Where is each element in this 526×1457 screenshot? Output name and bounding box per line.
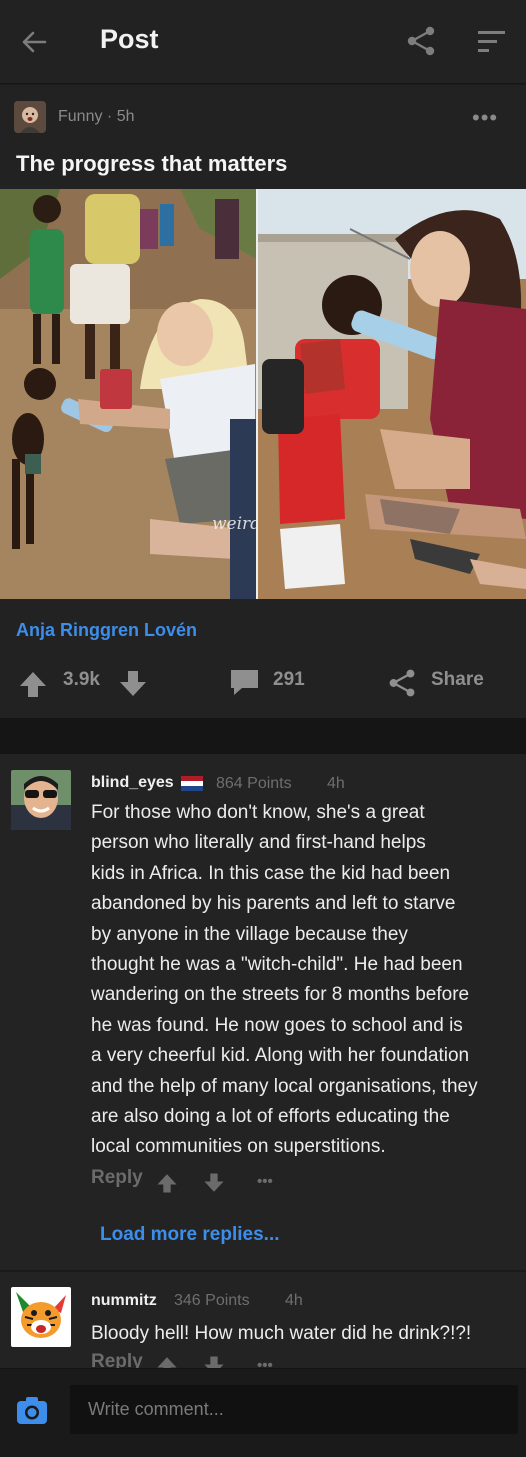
post-image[interactable]: weirdworld [0,189,526,599]
post-meta[interactable]: Funny · 5h [58,108,134,126]
upvote-icon[interactable] [18,669,48,699]
share-icon[interactable] [386,667,418,699]
divider [0,1270,526,1272]
sort-icon[interactable] [476,27,508,57]
comment-points: 346 Points [174,1292,250,1309]
load-more-replies[interactable]: Load more replies... [100,1224,280,1246]
comment-line: kids in Africa. In this case the kid had… [91,862,451,884]
page-title: Post [100,24,159,54]
post-source[interactable]: Anja Ringgren Lovén [16,620,197,641]
comment-line: and the help of many local organisations… [91,1075,478,1097]
comment-line: person who literally and first-hand help… [91,832,426,854]
reply-button[interactable]: Reply [91,1167,143,1189]
share-icon[interactable] [404,24,438,58]
camera-icon[interactable] [16,1396,48,1426]
comment-line: For those who don't know, she's a great [91,802,425,823]
comment-time: 4h [327,775,345,792]
post-title: The progress that matters [16,151,288,176]
section-avatar[interactable] [14,101,46,133]
comment-line: abandoned by his parents and left to sta… [91,893,456,915]
comment-body: For those who don't know, she's a great … [91,798,519,1163]
downvote-icon[interactable] [118,669,148,699]
comment-line: local communities on superstitions. [91,1136,386,1158]
post-actions: 3.9k 291 Share [0,659,526,705]
back-arrow-icon[interactable] [18,26,50,58]
comment-count[interactable]: 291 [273,669,305,691]
comment-line: a very cheerful kid. Along with her foun… [91,1045,470,1067]
comment-points: 864 Points [216,775,292,792]
comment-input[interactable] [70,1385,518,1434]
more-icon[interactable]: ••• [472,105,498,131]
comment-username[interactable]: blind_eyes [91,774,174,792]
comment-time: 4h [285,1292,303,1309]
post-card: Funny · 5h ••• The progress that matters [0,85,526,718]
comment-line: wandering on the streets for 8 months be… [91,984,470,1006]
comment-composer [0,1368,526,1457]
upvote-icon[interactable] [156,1172,178,1194]
avatar[interactable] [11,770,71,830]
comment-line: thought he was a "witch-child". He had b… [91,954,463,976]
share-button[interactable]: Share [431,669,484,691]
comment-line: he was found. He now goes to school and … [91,1014,463,1036]
downvote-icon[interactable] [203,1172,225,1194]
more-icon[interactable]: ••• [257,1173,273,1190]
flag-icon [181,776,203,791]
vote-count: 3.9k [63,669,100,690]
avatar[interactable] [11,1287,71,1347]
top-bar: Post [0,0,526,84]
section-gap [0,718,526,754]
comment-icon[interactable] [228,667,262,699]
comment-line: by anyone in the village because they [91,923,408,945]
comment-username[interactable]: nummitz [91,1292,157,1310]
comment-body: Bloody hell! How much water did he drink… [91,1323,472,1344]
comments-section: blind_eyes 864 Points 4h For those who d… [0,754,526,1376]
comment-line: are also doing a lot of efforts educatin… [91,1106,450,1128]
